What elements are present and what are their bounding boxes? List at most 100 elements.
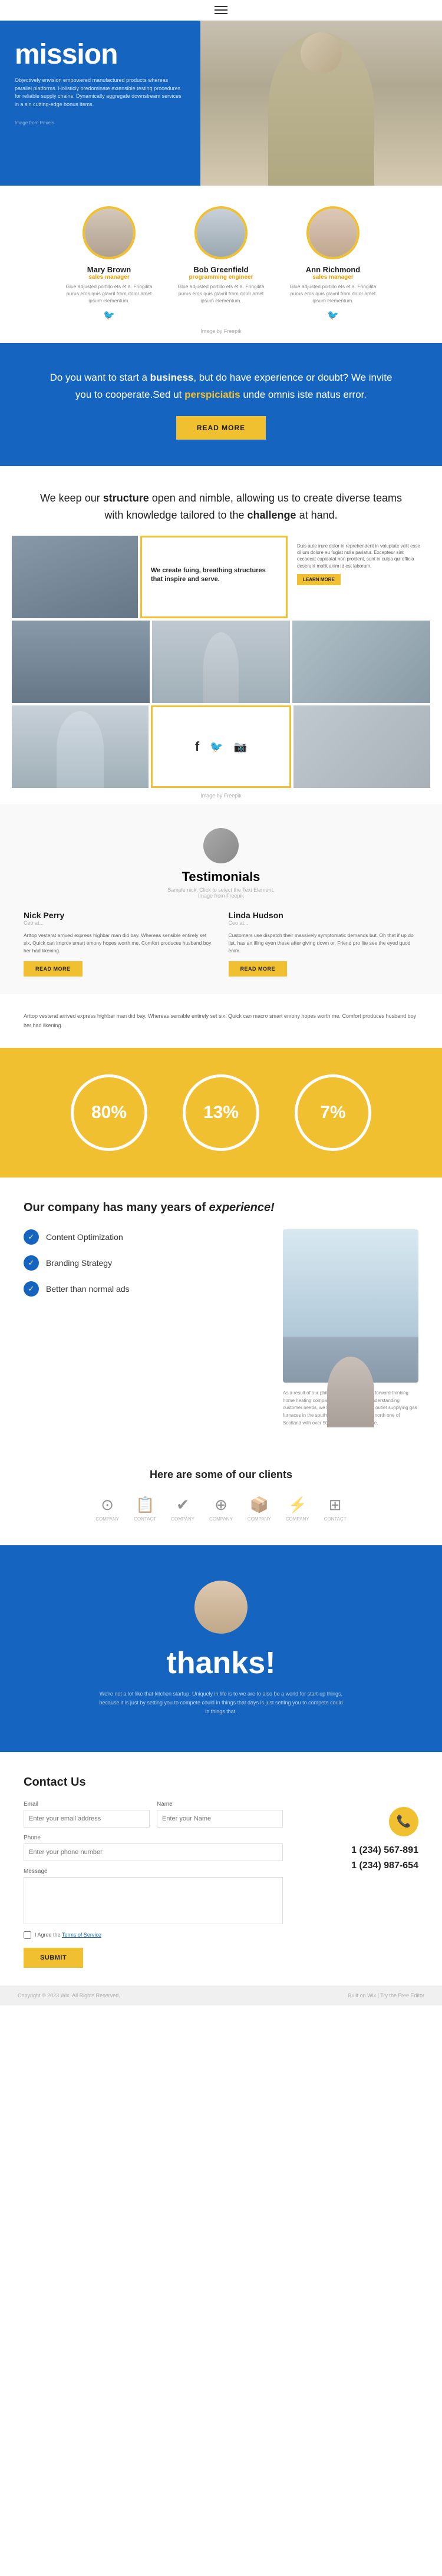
instagram-icon[interactable]: 📷 bbox=[234, 741, 247, 753]
test-name-2: Linda Hudson bbox=[229, 911, 419, 920]
terms-row: I Agree the Terms of Service bbox=[24, 1931, 283, 1939]
grid-cell-building bbox=[12, 536, 138, 618]
check-icon-3: ✓ bbox=[24, 1281, 39, 1297]
company-list: ✓ Content Optimization ✓ Branding Strate… bbox=[24, 1229, 265, 1427]
article-section: Arttop vesterat arrived express highbar … bbox=[0, 994, 442, 1048]
company-item-2: ✓ Branding Strategy bbox=[24, 1255, 265, 1271]
team-role-1: sales manager bbox=[62, 274, 156, 281]
phone-label: Phone bbox=[24, 1835, 283, 1841]
header bbox=[0, 0, 442, 21]
footer: Copyright © 2023 Wix. All Rights Reserve… bbox=[0, 1985, 442, 2006]
client-1: ⊙ COMPANY bbox=[95, 1496, 119, 1522]
grid-cell-text: Duis aute irure dolor in reprehenderit i… bbox=[290, 536, 430, 618]
company-item-text-2: Branding Strategy bbox=[46, 1258, 112, 1268]
grid-cell-office-man bbox=[12, 705, 149, 788]
client-6: ⚡ COMPANY bbox=[286, 1496, 309, 1522]
contact-phone-1[interactable]: 1 (234) 567-891 bbox=[301, 1845, 418, 1856]
phone-badge: 📞 bbox=[389, 1807, 418, 1836]
test-avatar bbox=[203, 828, 239, 863]
company-item-1: ✓ Content Optimization bbox=[24, 1229, 265, 1245]
company-image-col: As a result of our philosophy to be the … bbox=[283, 1229, 418, 1427]
grid-text-content: Duis aute irure dolor in reprehenderit i… bbox=[297, 543, 423, 569]
contact-heading: Contact Us bbox=[24, 1776, 418, 1789]
grid-cell-street bbox=[12, 621, 150, 703]
stat-value-1: 80% bbox=[91, 1103, 127, 1123]
facebook-icon[interactable]: f bbox=[195, 739, 199, 754]
test-read-more-2[interactable]: READ MORE bbox=[229, 961, 288, 977]
footer-right: Built on Wix | Try the Free Editor bbox=[348, 1993, 424, 1998]
email-input[interactable] bbox=[24, 1810, 150, 1828]
stat-circle-2: 13% bbox=[183, 1074, 259, 1151]
submit-button[interactable]: SUBMIT bbox=[24, 1948, 83, 1968]
twitter-icon-3[interactable]: 🐦 bbox=[286, 309, 380, 321]
client-5: 📦 COMPANY bbox=[248, 1496, 271, 1522]
client-name-3: COMPANY bbox=[171, 1516, 194, 1522]
test-name-1: Nick Perry bbox=[24, 911, 214, 920]
grid-cell-meeting bbox=[292, 621, 430, 703]
hero-description: Objectively envision empowered manufactu… bbox=[15, 77, 186, 108]
contact-right: 📞 1 (234) 567-891 1 (234) 987-654 bbox=[301, 1801, 418, 1968]
stat-circle-3: 7% bbox=[295, 1074, 371, 1151]
stat-3: 7% bbox=[295, 1074, 371, 1151]
clients-section: Here are some of our clients ⊙ COMPANY 📋… bbox=[0, 1451, 442, 1545]
hamburger-menu[interactable] bbox=[215, 6, 227, 14]
grid-row-1: We create fuing, breathing structures th… bbox=[12, 536, 430, 618]
client-icon-5: 📦 bbox=[250, 1496, 269, 1514]
form-row-1: Email Name bbox=[24, 1801, 283, 1828]
test-role-1: Ceo at... bbox=[24, 920, 214, 926]
team-role-2: programming engineer bbox=[174, 274, 268, 281]
grid-cell-person bbox=[152, 621, 290, 703]
footer-left: Copyright © 2023 Wix. All Rights Reserve… bbox=[18, 1993, 120, 1998]
name-input[interactable] bbox=[157, 1810, 283, 1828]
testimonials-grid: Nick Perry Ceo at... Arttop vesterat arr… bbox=[24, 911, 418, 977]
client-name-7: CONTACT bbox=[324, 1516, 347, 1522]
team-desc-3: Glue adjusted portillo ets et a. Fringil… bbox=[286, 283, 380, 305]
stat-circle-1: 80% bbox=[71, 1074, 147, 1151]
message-input[interactable] bbox=[24, 1877, 283, 1924]
client-icon-3: ✔ bbox=[176, 1496, 189, 1514]
terms-label: I Agree the Terms of Service bbox=[35, 1932, 101, 1938]
check-icon-2: ✓ bbox=[24, 1255, 39, 1271]
grid-learn-more-button[interactable]: LEARN MORE bbox=[297, 574, 341, 585]
client-icon-2: 📋 bbox=[136, 1496, 154, 1514]
thanks-heading: thanks! bbox=[18, 1645, 424, 1681]
team-desc-1: Glue adjusted portillo ets et a. Fringil… bbox=[62, 283, 156, 305]
structure-heading: We keep our structure open and nimble, a… bbox=[29, 490, 413, 524]
testimonials-sub: Sample nick. Click to select the Text El… bbox=[24, 887, 418, 893]
thanks-avatar bbox=[194, 1581, 248, 1634]
grid-box-heading: We create fuing, breathing structures th… bbox=[151, 566, 277, 585]
team-avatar-1 bbox=[83, 206, 136, 259]
client-name-5: COMPANY bbox=[248, 1516, 271, 1522]
cta-read-more-button[interactable]: READ MORE bbox=[176, 416, 266, 440]
client-3: ✔ COMPANY bbox=[171, 1496, 194, 1522]
clients-heading: Here are some of our clients bbox=[18, 1469, 424, 1481]
twitter-icon[interactable]: 🐦 bbox=[210, 741, 223, 753]
team-desc-2: Glue adjusted portillo ets et a. Fringil… bbox=[174, 283, 268, 305]
contact-form: Email Name Phone Message bbox=[24, 1801, 283, 1968]
team-grid: Mary Brown sales manager Glue adjusted p… bbox=[12, 206, 430, 321]
team-avatar-2 bbox=[194, 206, 248, 259]
team-member-1: Mary Brown sales manager Glue adjusted p… bbox=[62, 206, 156, 321]
company-item-3: ✓ Better than normal ads bbox=[24, 1281, 265, 1297]
team-member-3: Ann Richmond sales manager Glue adjusted… bbox=[286, 206, 380, 321]
terms-checkbox[interactable] bbox=[24, 1931, 31, 1939]
stat-value-2: 13% bbox=[203, 1103, 239, 1123]
test-read-more-1[interactable]: READ MORE bbox=[24, 961, 83, 977]
contact-phone-2[interactable]: 1 (234) 987-654 bbox=[301, 1861, 418, 1871]
grid-cell-social: f 🐦 📷 bbox=[151, 705, 291, 788]
client-icon-4: ⊕ bbox=[215, 1496, 227, 1514]
stat-value-3: 7% bbox=[320, 1103, 345, 1123]
contact-section: Contact Us Email Name Phone bbox=[0, 1752, 442, 1985]
client-7: ⊞ CONTACT bbox=[324, 1496, 347, 1522]
phone-group: Phone bbox=[24, 1835, 283, 1861]
thanks-section: thanks! We're not a lot like that kitche… bbox=[0, 1545, 442, 1752]
company-image bbox=[283, 1229, 418, 1383]
phone-input[interactable] bbox=[24, 1843, 283, 1861]
hero-title: mission bbox=[15, 38, 186, 71]
grid-credit: Image by Freepik bbox=[12, 793, 430, 799]
stats-section: 80% 13% 7% bbox=[0, 1048, 442, 1177]
grid-cell-phone bbox=[293, 705, 430, 788]
twitter-icon-1[interactable]: 🐦 bbox=[62, 309, 156, 321]
contact-grid: Email Name Phone Message bbox=[24, 1801, 418, 1968]
message-label: Message bbox=[24, 1868, 283, 1875]
